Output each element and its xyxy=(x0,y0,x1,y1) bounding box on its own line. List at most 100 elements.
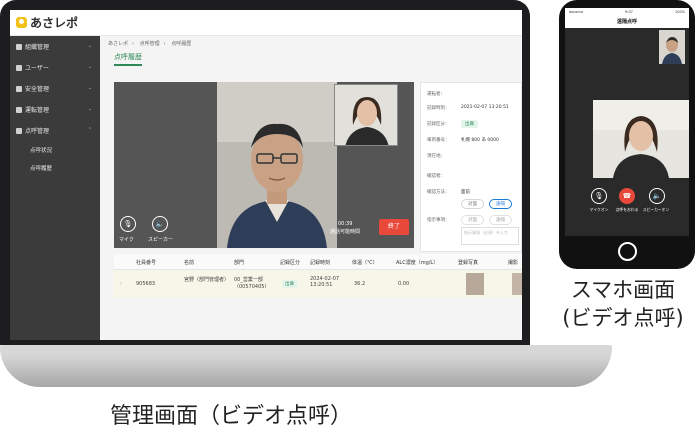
category-badge: 出庫 xyxy=(461,120,478,128)
column-header[interactable]: 社員番号 xyxy=(136,259,156,266)
phone-caption: スマホ画面 (ビデオ点呼) xyxy=(562,278,684,330)
checker-label: 確認者： xyxy=(427,174,445,179)
phone-screen: docomo 9:07 100% 遠隔点呼 🎙 マイクオン ☎ 点呼をおわる 🔈… xyxy=(565,8,689,236)
radio-face-to-face-2[interactable]: 対面 xyxy=(461,215,484,225)
speaker-on-label: スピーカーオン xyxy=(642,207,670,212)
sidebar-subitem-status[interactable]: 点呼状況 xyxy=(10,141,100,159)
column-header[interactable]: 体温（℃） xyxy=(352,259,378,266)
app-header: あさレポ xyxy=(10,10,522,36)
chevron-up-icon: ⌃ xyxy=(87,127,92,133)
sidebar-item-label: 点呼管理 xyxy=(25,128,50,135)
column-header[interactable]: 名前 xyxy=(184,259,194,266)
battery-text: 100% xyxy=(674,10,685,14)
safety-icon xyxy=(16,85,22,92)
speaker-label: スピーカー xyxy=(148,237,174,243)
driver-label: 運転者： xyxy=(427,92,445,97)
rollcall-icon xyxy=(16,127,22,134)
mic-on-icon[interactable]: 🎙 xyxy=(591,188,607,204)
phone-status-bar: docomo 9:07 100% xyxy=(565,8,689,16)
radio-remote-2[interactable]: 遠隔 xyxy=(489,215,512,225)
column-header[interactable]: 部門 xyxy=(234,259,244,266)
mic-on-label: マイクオン xyxy=(589,207,609,212)
radio-remote[interactable]: 遠隔 xyxy=(489,199,512,209)
chevron-down-icon: ⌄ xyxy=(87,64,92,70)
sidebar-item-organization[interactable]: 組織管理 ⌄ xyxy=(10,36,100,57)
instruction-textarea[interactable]: 指示事項（必須）を入力 xyxy=(461,227,519,245)
rollcall-info-panel: 運転者： 記録時刻： 2021-02-07 13:20:51 記録区分： 出庫 … xyxy=(420,82,522,252)
cell-department: 00_営業一部（00570405） xyxy=(234,277,270,290)
hang-up-button[interactable]: ☎ xyxy=(619,188,635,204)
phone-call-title: 遠隔点呼 xyxy=(565,16,689,28)
chevron-down-icon: ⌄ xyxy=(87,85,92,91)
driver-video-pip xyxy=(659,30,685,64)
chevron-down-icon: ⌄ xyxy=(87,43,92,49)
sidebar-item-label: 安全管理 xyxy=(25,86,50,93)
share-icon xyxy=(16,43,22,50)
column-header[interactable]: 記録区分 xyxy=(280,259,300,266)
sidebar-item-label: 運転管理 xyxy=(25,107,50,114)
instruction-label: 指示事項： xyxy=(427,218,450,223)
check-method-label: 確認方法： xyxy=(427,190,450,195)
breadcrumb: あさレポ › 点呼管理 › 点呼履歴 xyxy=(108,41,192,47)
home-button[interactable] xyxy=(618,242,637,261)
call-timer-label: 通話可能時間 xyxy=(330,229,361,235)
table-header: 社員番号 名前 部門 記録区分 記録時刻 体温（℃） ALC濃度（mg/L） 登… xyxy=(114,254,522,270)
sidebar-subitem-history[interactable]: 点呼履歴 xyxy=(10,159,100,177)
driver-video xyxy=(217,82,337,248)
cell-employee-no: 905683 xyxy=(136,281,156,287)
column-header[interactable]: 記録時刻 xyxy=(310,259,330,266)
operator-video xyxy=(593,100,689,178)
check-method-value: 面前 xyxy=(461,190,470,195)
user-icon xyxy=(16,64,22,71)
record-time-value: 2021-02-07 13:20:51 xyxy=(461,105,509,110)
breadcrumb-item[interactable]: あさレポ xyxy=(108,41,128,47)
speaker-icon[interactable]: 🔈 xyxy=(152,216,168,232)
laptop-hinge xyxy=(0,345,612,355)
tab-rollcall-history[interactable]: 点呼履歴 xyxy=(114,52,142,66)
mic-icon[interactable]: 🎙 xyxy=(120,216,136,232)
record-category-label: 記録区分： xyxy=(427,122,450,127)
sidebar-item-driving[interactable]: 運転管理 ⌄ xyxy=(10,99,100,120)
cell-record-time: 2024-02-07 13:20:51 xyxy=(310,276,340,288)
logo-icon xyxy=(16,17,27,28)
cell-temperature: 36.2 xyxy=(354,281,366,287)
driving-icon xyxy=(16,106,22,113)
cell-category-badge: 出庫 xyxy=(282,280,297,288)
vehicle-value: 札幌 800 あ 0000 xyxy=(461,138,499,143)
location-label: 現在地： xyxy=(427,154,445,159)
mic-label: マイク xyxy=(119,237,134,243)
main-content: あさレポ › 点呼管理 › 点呼履歴 点呼履歴 🎙 マイク 🔈 スピーカー 00… xyxy=(100,36,522,340)
breadcrumb-item: 点呼履歴 xyxy=(171,41,192,47)
end-call-button[interactable]: 終了 xyxy=(379,219,409,235)
cell-alc: 0.00 xyxy=(398,281,410,287)
table-row[interactable]: › 905683 宮野（部門管理者） 00_営業一部（00570405） 出庫 … xyxy=(114,270,522,298)
video-call-panel: 🎙 マイク 🔈 スピーカー 00:39 通話可能時間 終了 xyxy=(114,82,414,248)
call-timer: 00:39 xyxy=(338,221,353,227)
sidebar-item-safety[interactable]: 安全管理 ⌄ xyxy=(10,78,100,99)
captured-photo-thumbnail[interactable] xyxy=(512,273,522,295)
admin-screen: あさレポ 組織管理 ⌄ ユーザー ⌄ 安全管理 ⌄ 運転管理 ⌄ 点呼管理 ⌃ 点呼状況 … xyxy=(10,10,522,340)
sidebar-item-users[interactable]: ユーザー ⌄ xyxy=(10,57,100,78)
column-header[interactable]: ALC濃度（mg/L） xyxy=(396,259,438,266)
vehicle-label: 車両番号： xyxy=(427,138,450,143)
column-header[interactable]: 撮影 xyxy=(508,259,518,266)
record-time-label: 記録時刻： xyxy=(427,106,450,111)
expand-chevron-icon[interactable]: › xyxy=(120,281,122,287)
app-logo-text: あさレポ xyxy=(30,16,79,30)
operator-video-pip xyxy=(334,84,398,146)
sidebar: 組織管理 ⌄ ユーザー ⌄ 安全管理 ⌄ 運転管理 ⌄ 点呼管理 ⌃ 点呼状況 点呼履歴 xyxy=(10,36,100,340)
carrier-text: docomo xyxy=(569,10,583,14)
sidebar-item-label: 組織管理 xyxy=(25,44,50,51)
phone-frame: docomo 9:07 100% 遠隔点呼 🎙 マイクオン ☎ 点呼をおわる 🔈… xyxy=(559,0,695,269)
chevron-down-icon: ⌄ xyxy=(87,106,92,112)
registered-photo-thumbnail[interactable] xyxy=(466,273,484,295)
sidebar-item-rollcall[interactable]: 点呼管理 ⌃ xyxy=(10,120,100,141)
cell-name: 宮野（部門管理者） xyxy=(184,277,230,283)
hang-up-label: 点呼をおわる xyxy=(615,207,639,212)
breadcrumb-item[interactable]: 点呼管理 xyxy=(140,41,160,47)
speaker-on-icon[interactable]: 🔈 xyxy=(649,188,665,204)
admin-caption: 管理画面（ビデオ点呼） xyxy=(110,404,353,429)
column-header[interactable]: 登録写真 xyxy=(458,259,478,266)
laptop-frame: あさレポ 組織管理 ⌄ ユーザー ⌄ 安全管理 ⌄ 運転管理 ⌄ 点呼管理 ⌃ 点呼状況 … xyxy=(0,0,530,350)
radio-face-to-face[interactable]: 対面 xyxy=(461,199,484,209)
